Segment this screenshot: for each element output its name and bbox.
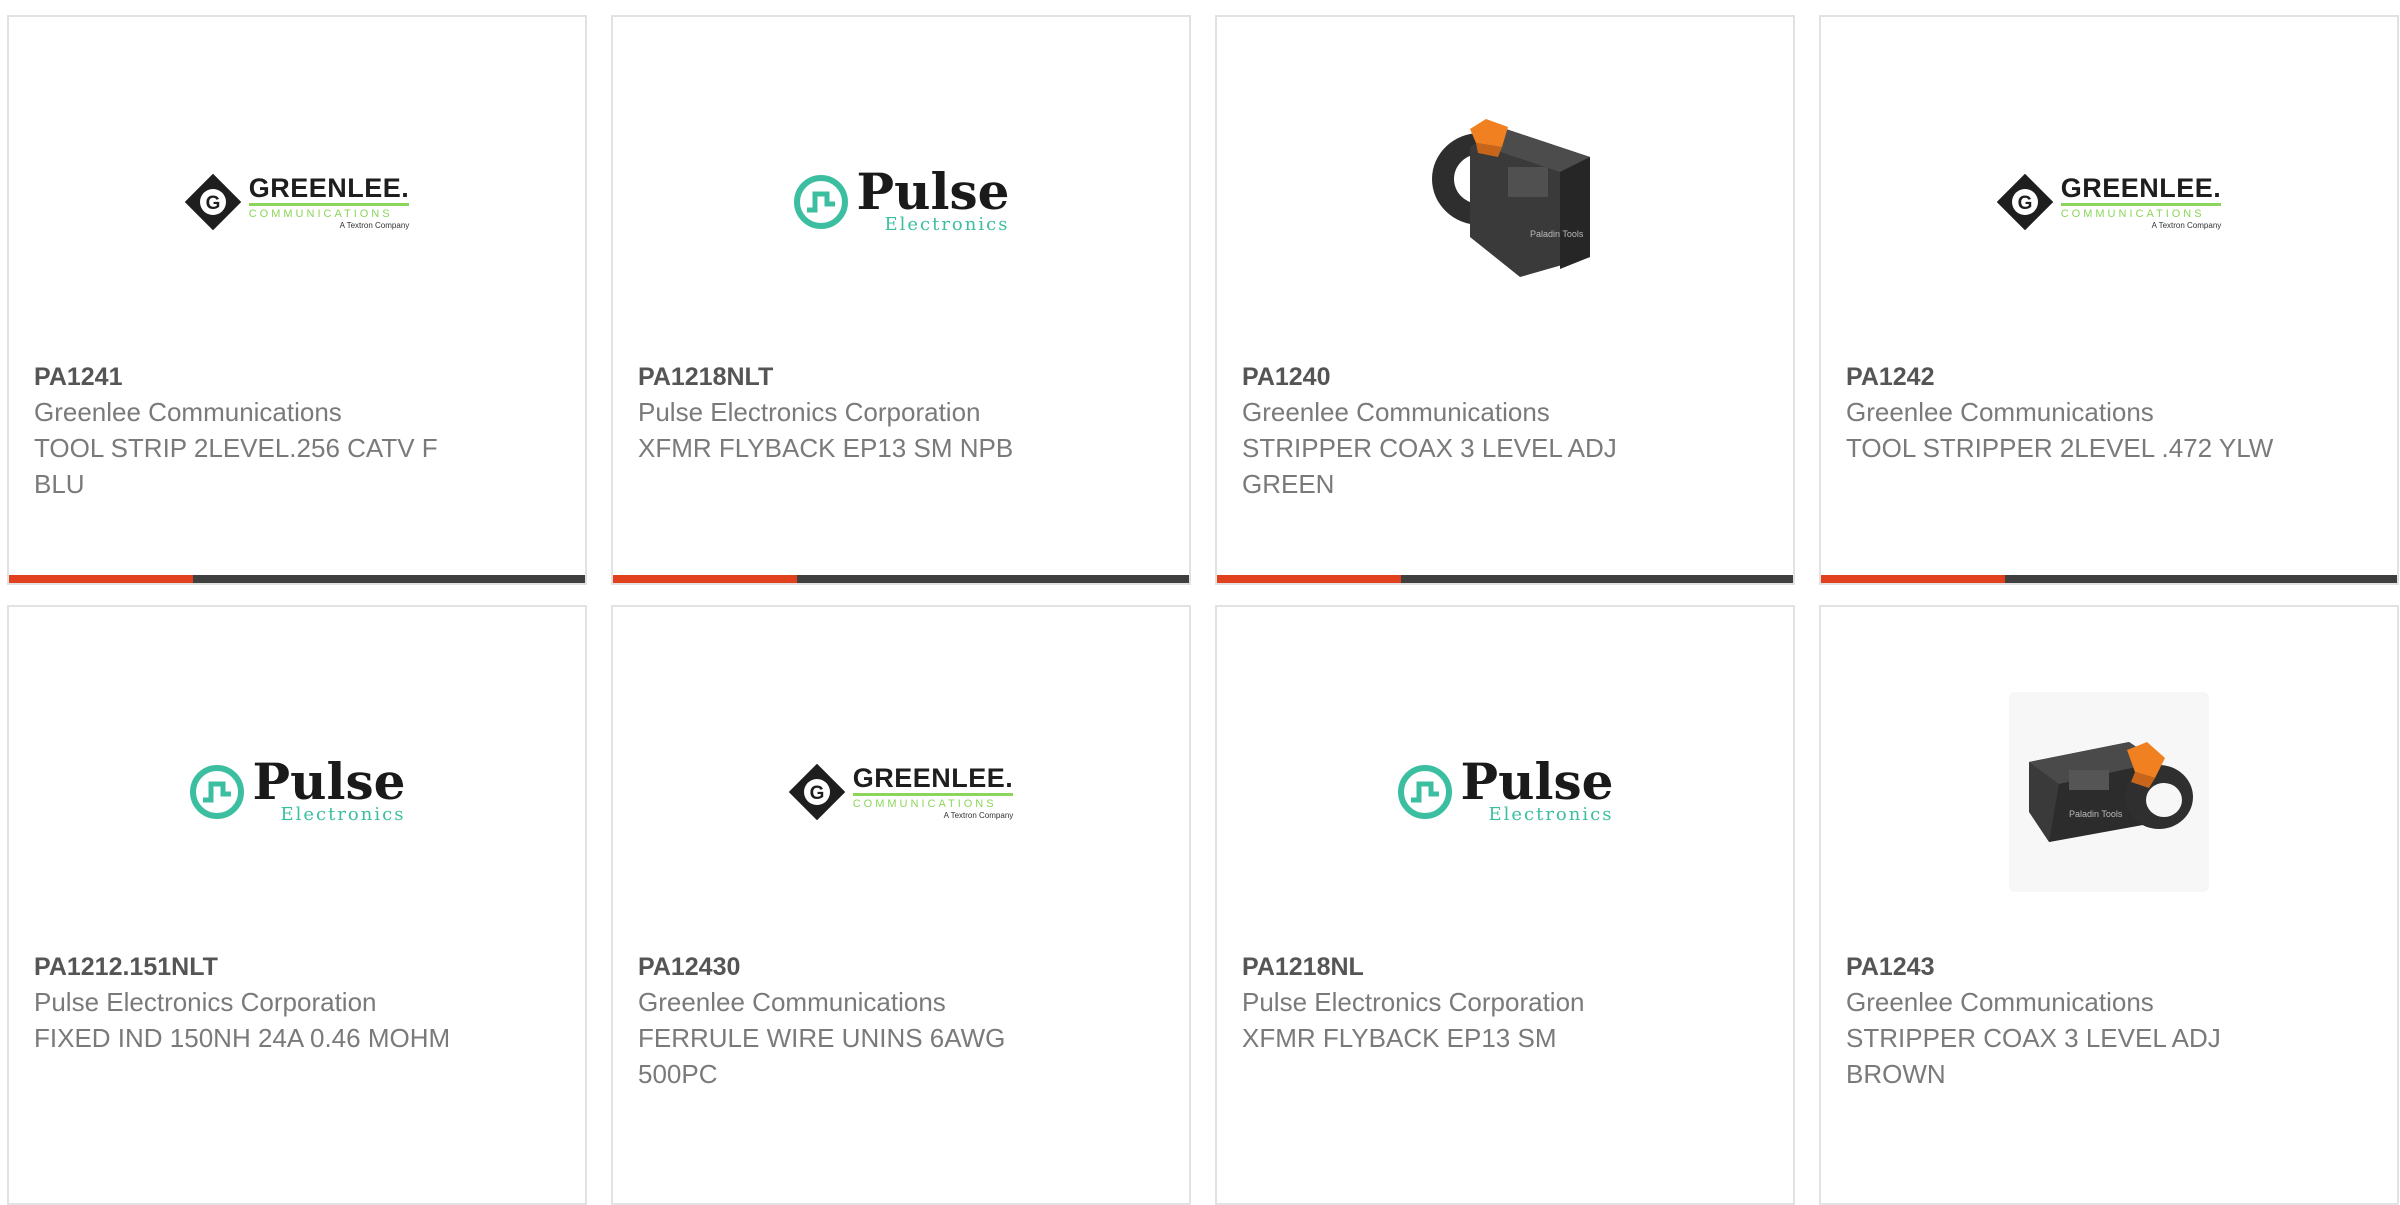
pulse-logo-sub: Electronics	[1488, 804, 1614, 825]
greenlee-logo-word: GREENLEE.	[2060, 173, 2222, 203]
pulse-logo: Pulse Electronics	[189, 752, 406, 825]
card-accent-bar	[9, 575, 585, 583]
greenlee-g-icon: G	[788, 764, 845, 820]
accent-segment	[1821, 575, 2005, 583]
product-image: G GREENLEE. COMMUNICATIONS A Textron Com…	[613, 662, 1189, 922]
coax-stripper-photo: Paladin Tools	[1432, 119, 1590, 277]
pulse-p-icon	[793, 175, 848, 229]
product-image: G GREENLEE. COMMUNICATIONS A Textron Com…	[9, 72, 585, 332]
description: TOOL STRIPPER 2LEVEL .472 YLW	[1846, 433, 2274, 463]
product-image: Pulse Electronics	[613, 72, 1189, 332]
description: FIXED IND 150NH 24A 0.46 MOHM	[34, 1023, 451, 1053]
greenlee-logo: G GREENLEE. COMMUNICATIONS A Textron Com…	[788, 763, 1014, 821]
card-accent-bar	[613, 575, 1189, 583]
product-card[interactable]: Paladin Tools PA1243 Greenlee Communicat…	[1819, 605, 2399, 1205]
part-number[interactable]: PA1241	[34, 360, 504, 394]
greenlee-logo: G GREENLEE. COMMUNICATIONS A Textron Com…	[1996, 173, 2222, 231]
card-accent-bar	[1217, 575, 1793, 583]
product-card[interactable]: Pulse Electronics PA1218NLT Pulse Electr…	[611, 15, 1191, 585]
product-image: Paladin Tools	[1821, 662, 2397, 922]
pulse-logo-sub: Electronics	[280, 804, 406, 825]
product-info: PA1243 Greenlee Communications STRIPPER …	[1846, 950, 2316, 1092]
svg-text:G: G	[809, 783, 824, 804]
product-info: PA1241 Greenlee Communications TOOL STRI…	[34, 360, 504, 502]
product-image: G GREENLEE. COMMUNICATIONS A Textron Com…	[1821, 72, 2397, 332]
greenlee-logo-sub: COMMUNICATIONS	[852, 793, 1014, 811]
product-info: PA1218NLT Pulse Electronics Corporation …	[638, 360, 1108, 466]
part-number[interactable]: PA1212.151NLT	[34, 950, 504, 984]
card-accent-bar	[1821, 575, 2397, 583]
accent-segment	[613, 575, 797, 583]
description: XFMR FLYBACK EP13 SM	[1242, 1023, 1557, 1053]
greenlee-logo-sub: COMMUNICATIONS	[248, 203, 410, 221]
product-image: Paladin Tools	[1217, 72, 1793, 332]
manufacturer: Greenlee Communications	[1242, 397, 1550, 427]
product-card[interactable]: Pulse Electronics PA1212.151NLT Pulse El…	[7, 605, 587, 1205]
manufacturer: Pulse Electronics Corporation	[638, 397, 981, 427]
pulse-p-icon	[189, 765, 244, 819]
pulse-p-icon	[1397, 765, 1452, 819]
part-number[interactable]: PA1243	[1846, 950, 2316, 984]
greenlee-logo-word: GREENLEE.	[248, 173, 410, 203]
product-card[interactable]: Paladin Tools PA1240 Greenlee Communicat…	[1215, 15, 1795, 585]
product-info: PA1212.151NLT Pulse Electronics Corporat…	[34, 950, 504, 1056]
accent-segment	[1217, 575, 1401, 583]
part-number[interactable]: PA1218NLT	[638, 360, 1108, 394]
product-card[interactable]: G GREENLEE. COMMUNICATIONS A Textron Com…	[1819, 15, 2399, 585]
pulse-logo-word: Pulse	[856, 162, 1010, 221]
coax-stripper-photo: Paladin Tools	[2009, 692, 2209, 892]
manufacturer: Greenlee Communications	[1846, 397, 2154, 427]
part-number[interactable]: PA1240	[1242, 360, 1712, 394]
product-image: Pulse Electronics	[9, 662, 585, 922]
greenlee-logo-tag: A Textron Company	[339, 221, 410, 230]
description: TOOL STRIP 2LEVEL.256 CATV F BLU	[34, 433, 438, 499]
product-image: Pulse Electronics	[1217, 662, 1793, 922]
greenlee-logo: G GREENLEE. COMMUNICATIONS A Textron Com…	[184, 173, 410, 231]
description: FERRULE WIRE UNINS 6AWG 500PC	[638, 1023, 1006, 1089]
part-number[interactable]: PA1242	[1846, 360, 2316, 394]
greenlee-g-icon: G	[184, 174, 241, 230]
greenlee-logo-tag: A Textron Company	[2151, 221, 2222, 230]
product-grid: G GREENLEE. COMMUNICATIONS A Textron Com…	[7, 15, 2399, 1205]
greenlee-logo-word: GREENLEE.	[852, 763, 1014, 793]
description: STRIPPER COAX 3 LEVEL ADJ GREEN	[1242, 433, 1617, 499]
product-info: PA12430 Greenlee Communications FERRULE …	[638, 950, 1108, 1092]
product-info: PA1240 Greenlee Communications STRIPPER …	[1242, 360, 1712, 502]
description: XFMR FLYBACK EP13 SM NPB	[638, 433, 1014, 463]
manufacturer: Pulse Electronics Corporation	[34, 987, 377, 1017]
product-info: PA1242 Greenlee Communications TOOL STRI…	[1846, 360, 2316, 466]
pulse-logo-word: Pulse	[252, 752, 406, 811]
product-info: PA1218NL Pulse Electronics Corporation X…	[1242, 950, 1712, 1056]
manufacturer: Greenlee Communications	[638, 987, 946, 1017]
pulse-logo-sub: Electronics	[884, 214, 1010, 235]
product-card[interactable]: Pulse Electronics PA1218NL Pulse Electro…	[1215, 605, 1795, 1205]
greenlee-logo-tag: A Textron Company	[943, 811, 1014, 820]
svg-text:G: G	[2017, 193, 2032, 214]
accent-segment	[9, 575, 193, 583]
manufacturer: Pulse Electronics Corporation	[1242, 987, 1585, 1017]
pulse-logo: Pulse Electronics	[1397, 752, 1614, 825]
pulse-logo-word: Pulse	[1460, 752, 1614, 811]
greenlee-logo-sub: COMMUNICATIONS	[2060, 203, 2222, 221]
svg-text:Paladin Tools: Paladin Tools	[1530, 229, 1584, 239]
svg-text:Paladin Tools: Paladin Tools	[2069, 809, 2123, 819]
greenlee-g-icon: G	[1996, 174, 2053, 230]
product-card[interactable]: G GREENLEE. COMMUNICATIONS A Textron Com…	[7, 15, 587, 585]
pulse-logo: Pulse Electronics	[793, 162, 1010, 235]
svg-text:G: G	[205, 193, 220, 214]
product-card[interactable]: G GREENLEE. COMMUNICATIONS A Textron Com…	[611, 605, 1191, 1205]
part-number[interactable]: PA1218NL	[1242, 950, 1712, 984]
manufacturer: Greenlee Communications	[34, 397, 342, 427]
description: STRIPPER COAX 3 LEVEL ADJ BROWN	[1846, 1023, 2221, 1089]
manufacturer: Greenlee Communications	[1846, 987, 2154, 1017]
part-number[interactable]: PA12430	[638, 950, 1108, 984]
